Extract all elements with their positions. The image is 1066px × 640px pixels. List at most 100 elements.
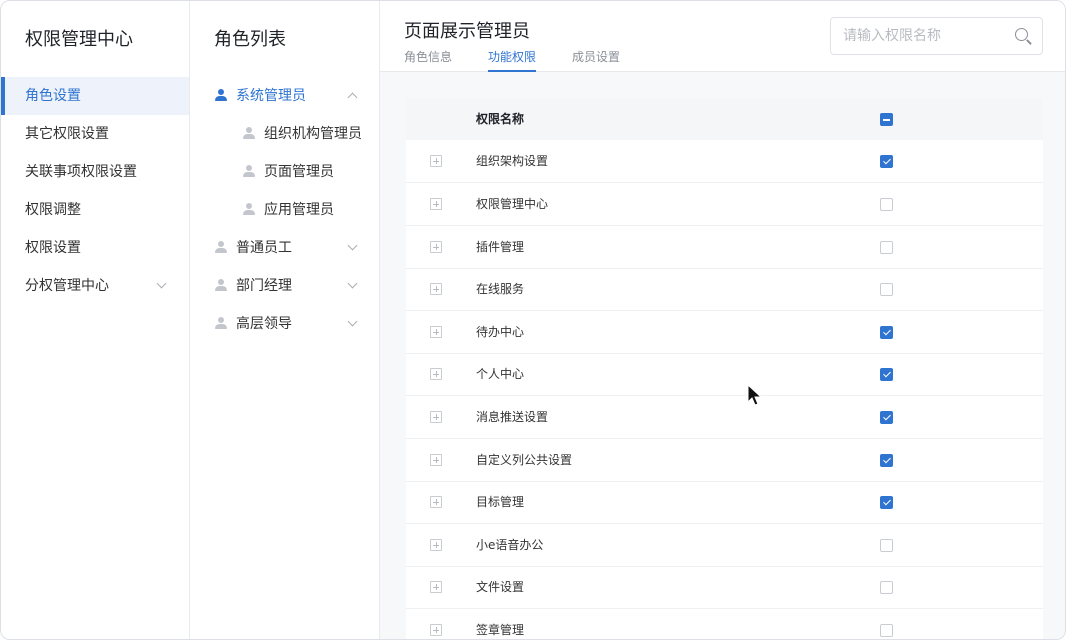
sidebar-item-related-permissions[interactable]: 关联事项权限设置 [1,153,189,191]
table-row: 消息推送设置 [406,396,1043,439]
chevron-down-icon[interactable] [347,316,358,327]
tab-role-info[interactable]: 角色信息 [404,48,452,72]
role-label: 部门经理 [236,278,292,294]
table-row: 插件管理 [406,226,1043,269]
sidebar-item-label: 其它权限设置 [25,126,109,142]
permission-checkbox[interactable] [880,241,893,254]
permission-name: 消息推送设置 [476,410,549,424]
mouse-cursor-icon [747,384,763,406]
table-row: 待办中心 [406,311,1043,354]
permission-checkbox[interactable] [880,581,893,594]
person-icon [243,127,255,140]
table-row: 自定义列公共设置 [406,439,1043,482]
sidebar-item-label: 权限设置 [25,240,81,256]
plus-square-icon[interactable] [430,326,442,338]
sidebar-item-delegation-center[interactable]: 分权管理中心 [1,267,189,305]
permission-name: 个人中心 [476,367,525,381]
permission-checkbox[interactable] [880,624,893,637]
tab-function-permissions[interactable]: 功能权限 [488,48,537,72]
permission-name: 组织架构设置 [476,154,549,168]
sidebar-item-label: 角色设置 [25,88,81,104]
permission-checkbox[interactable] [880,539,893,552]
person-icon [215,241,227,254]
permission-checkbox[interactable] [880,283,893,296]
role-item-app-admin[interactable]: 应用管理员 [190,191,379,229]
plus-square-icon[interactable] [430,241,442,253]
search-box [830,17,1043,55]
tab-member-settings[interactable]: 成员设置 [572,48,620,72]
role-label: 系统管理员 [236,88,306,104]
sidebar-item-label: 权限调整 [25,202,81,218]
person-icon [243,165,255,178]
main-header: 页面展示管理员 角色信息 功能权限 成员设置 [380,1,1065,72]
plus-square-icon[interactable] [430,411,442,423]
select-all-checkbox[interactable] [880,113,893,126]
permission-name: 在线服务 [476,282,525,296]
table-header-row: 权限名称 [406,98,1043,140]
page-title: 页面展示管理员 [404,21,530,42]
permission-name: 插件管理 [476,240,525,254]
role-item-senior-leader[interactable]: 高层领导 [190,305,379,343]
role-label: 高层领导 [236,316,292,332]
table-row: 组织架构设置 [406,140,1043,183]
permission-name: 文件设置 [476,580,525,594]
plus-square-icon[interactable] [430,624,442,636]
permission-checkbox[interactable] [880,454,893,467]
person-icon [215,89,227,102]
plus-square-icon[interactable] [430,496,442,508]
chevron-down-icon [156,278,167,289]
sidebar-nav: 角色设置 其它权限设置 关联事项权限设置 权限调整 权限设置 分权管理中心 [1,77,189,305]
search-icon[interactable] [1015,28,1032,45]
table-row: 签章管理 [406,609,1043,639]
permission-table: 权限名称 组织架构设置 权限管理中心 插件管理 在线服务 待办中心 个人中心 消… [406,98,1043,639]
permission-name: 签章管理 [476,623,525,637]
role-item-dept-manager[interactable]: 部门经理 [190,267,379,305]
plus-square-icon[interactable] [430,283,442,295]
permission-checkbox[interactable] [880,368,893,381]
role-list: 系统管理员 组织机构管理员 页面管理员 应用管理员 普通员工 部门经理 高层领导 [190,77,379,343]
plus-square-icon[interactable] [430,368,442,380]
app-window: 权限管理中心 角色设置 其它权限设置 关联事项权限设置 权限调整 权限设置 分权… [0,0,1066,640]
sidebar-title: 权限管理中心 [25,29,133,50]
table-row: 目标管理 [406,481,1043,524]
chevron-down-icon[interactable] [347,240,358,251]
person-icon [215,279,227,292]
permission-name: 权限管理中心 [476,197,549,211]
table-row: 文件设置 [406,566,1043,609]
sidebar-item-label: 分权管理中心 [25,278,109,294]
permission-checkbox[interactable] [880,496,893,509]
role-label: 应用管理员 [264,202,334,218]
permission-checkbox[interactable] [880,326,893,339]
sidebar-item-permission-adjust[interactable]: 权限调整 [1,191,189,229]
permission-checkbox[interactable] [880,155,893,168]
table-row: 个人中心 [406,353,1043,396]
column-header-name: 权限名称 [476,112,525,126]
left-sidebar: 权限管理中心 角色设置 其它权限设置 关联事项权限设置 权限调整 权限设置 分权… [1,1,190,639]
main-panel: 页面展示管理员 角色信息 功能权限 成员设置 权限名称 组织架构设置 [380,1,1065,639]
person-icon [243,203,255,216]
sidebar-item-other-permissions[interactable]: 其它权限设置 [1,115,189,153]
person-icon [215,317,227,330]
plus-square-icon[interactable] [430,454,442,466]
sidebar-item-permission-settings[interactable]: 权限设置 [1,229,189,267]
tab-bar: 角色信息 功能权限 成员设置 [404,48,656,72]
role-label: 普通员工 [236,240,292,256]
role-item-org-admin[interactable]: 组织机构管理员 [190,115,379,153]
chevron-down-icon[interactable] [347,278,358,289]
role-item-employee[interactable]: 普通员工 [190,229,379,267]
plus-square-icon[interactable] [430,155,442,167]
permission-name: 自定义列公共设置 [476,453,573,467]
role-item-page-admin[interactable]: 页面管理员 [190,153,379,191]
permission-checkbox[interactable] [880,411,893,424]
role-item-system-admin[interactable]: 系统管理员 [190,77,379,115]
plus-square-icon[interactable] [430,198,442,210]
permission-checkbox[interactable] [880,198,893,211]
plus-square-icon[interactable] [430,581,442,593]
sidebar-item-role-settings[interactable]: 角色设置 [1,77,189,115]
table-row: 权限管理中心 [406,183,1043,226]
search-input[interactable] [831,18,1011,54]
permission-name: 小e语音办公 [476,538,544,552]
plus-square-icon[interactable] [430,539,442,551]
role-list-panel: 角色列表 系统管理员 组织机构管理员 页面管理员 应用管理员 普通员工 部门经理… [190,1,380,639]
chevron-up-icon[interactable] [347,92,358,103]
